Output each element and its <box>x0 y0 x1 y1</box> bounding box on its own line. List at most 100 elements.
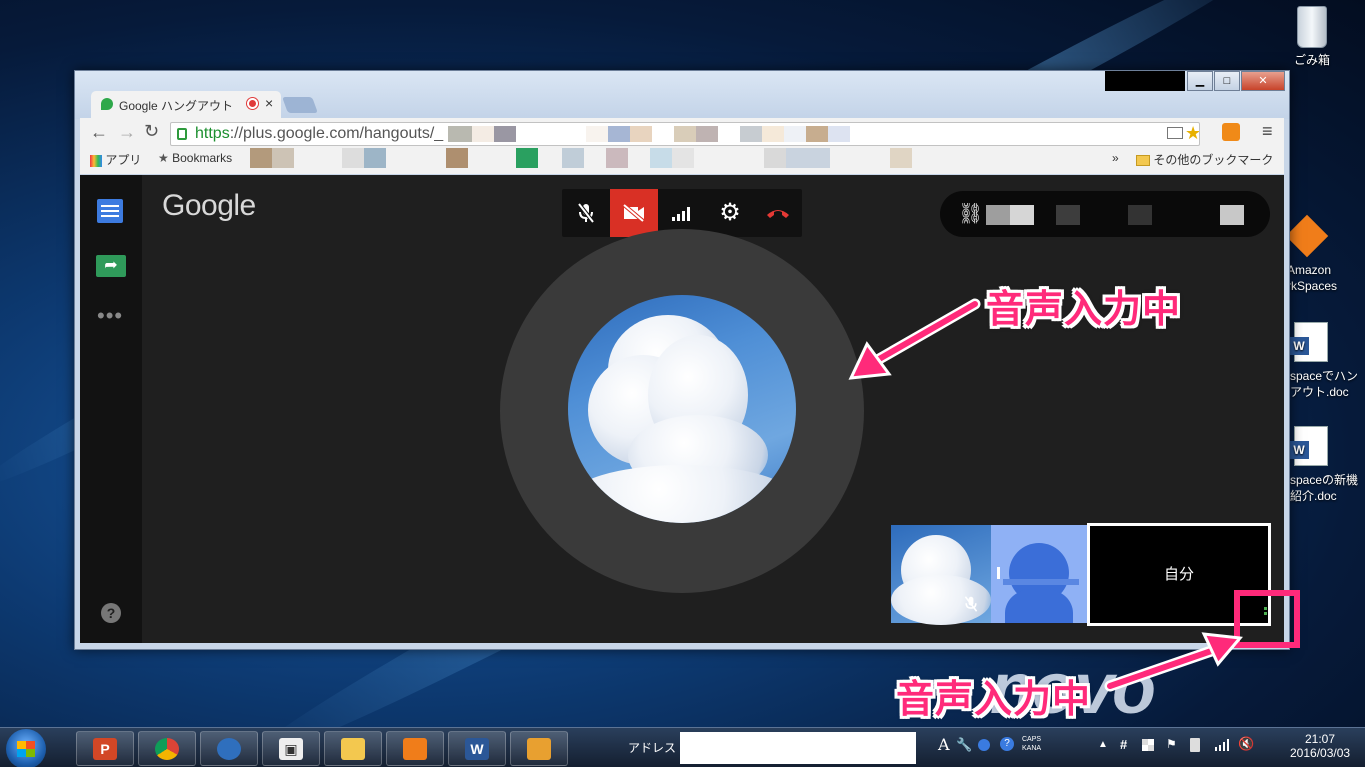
wifi-signal-icon[interactable] <box>1214 737 1232 754</box>
clock[interactable]: 21:07 2016/03/03 <box>1290 732 1350 760</box>
participant-thumbnail[interactable] <box>991 525 1087 623</box>
title-bar: ▁ □ ✕ Google ハングアウト × <box>75 71 1289 119</box>
redacted-block <box>1220 205 1244 225</box>
network-hash-icon[interactable]: # <box>1120 737 1127 752</box>
participant-thumbnail[interactable] <box>891 525 991 625</box>
power-icon[interactable] <box>1190 738 1200 752</box>
bookmark-items-redacted <box>250 148 1110 168</box>
more-options-icon[interactable]: ••• <box>97 303 123 329</box>
extension-icon[interactable] <box>1222 123 1240 141</box>
lock-icon <box>177 128 187 140</box>
address-toolbar-input[interactable] <box>680 732 916 764</box>
recycle-bin-icon <box>1297 6 1327 48</box>
volume-muted-icon[interactable]: 🔇 <box>1238 736 1254 752</box>
camera-icon[interactable] <box>1167 127 1183 139</box>
start-button[interactable] <box>6 729 46 767</box>
clock-time: 21:07 <box>1304 732 1336 746</box>
link-icon: ⛓ <box>958 203 984 225</box>
back-icon[interactable]: ← <box>90 122 108 143</box>
maximize-button[interactable]: □ <box>1214 71 1240 91</box>
workspaces-icon <box>1285 214 1329 258</box>
taskbar-powerpoint[interactable]: P <box>76 731 134 766</box>
taskbar-chrome[interactable] <box>138 731 196 766</box>
hangouts-favicon-icon <box>101 98 113 110</box>
apps-label: アプリ <box>105 153 142 167</box>
more-bookmarks-button[interactable]: » <box>1112 151 1119 165</box>
star-icon[interactable]: ★ <box>1185 123 1199 144</box>
clock-date: 2016/03/03 <box>1290 746 1351 760</box>
taskbar-app-2[interactable] <box>510 731 568 766</box>
desktop-icon-label: spaceの新機 <box>1290 473 1359 487</box>
minimize-button[interactable]: ▁ <box>1187 71 1213 91</box>
taskbar-thunderbird[interactable] <box>200 731 258 766</box>
ime-mode-indicator[interactable]: A <box>938 735 950 754</box>
hangup-icon[interactable] <box>754 189 802 237</box>
desktop-icon-label: アウト.doc <box>1290 385 1349 399</box>
bookmarks-folder[interactable]: ★ Bookmarks <box>158 151 232 165</box>
windows-logo-icon <box>17 741 35 757</box>
tab-hangouts[interactable]: Google ハングアウト × <box>91 91 281 118</box>
bookmarks-label: Bookmarks <box>172 151 233 165</box>
redacted-block <box>1105 71 1185 91</box>
video-off-icon[interactable] <box>610 189 658 237</box>
taskbar-word[interactable]: W <box>448 731 506 766</box>
browser-toolbar: ← → ↻ https://plus.google.com/hangouts/_… <box>80 118 1284 174</box>
address-bar[interactable]: https://plus.google.com/hangouts/_ ★ <box>170 122 1200 146</box>
invite-link-bar[interactable]: ⛓ <box>940 191 1270 237</box>
taskbar-explorer[interactable] <box>324 731 382 766</box>
tab-close-button[interactable]: × <box>265 95 273 111</box>
caps-label: CAPS <box>1022 736 1042 743</box>
annotation-arrow-bottom <box>1104 632 1243 692</box>
chat-icon[interactable] <box>97 199 123 223</box>
annotation-label-top: 音声入力中 <box>986 287 1182 331</box>
browser-window: ▁ □ ✕ Google ハングアウト × ← → ↻ https://plus… <box>74 70 1290 650</box>
new-tab-button[interactable] <box>282 97 318 113</box>
participant-mic-off-icon <box>964 596 978 612</box>
ime-help-icon[interactable]: ? <box>1000 737 1014 751</box>
tray-expand-icon[interactable]: ▲ <box>1098 739 1108 750</box>
tab-title: Google ハングアウト <box>119 99 234 113</box>
kana-label: KANA <box>1022 745 1042 752</box>
taskbar-workspaces[interactable] <box>386 731 444 766</box>
google-logo: Google <box>162 189 256 222</box>
windows-tray-icon[interactable] <box>1142 739 1154 751</box>
desktop-icon-label: 紹介.doc <box>1290 489 1337 503</box>
menu-icon[interactable]: ≡ <box>1262 121 1273 142</box>
app-icon <box>527 738 551 760</box>
apps-bookmark[interactable]: アプリ <box>90 151 141 168</box>
taskbar: P ▣ W アドレス <box>0 727 1365 767</box>
mic-off-icon[interactable] <box>562 189 610 237</box>
folder-icon <box>341 738 365 760</box>
help-icon[interactable]: ? <box>101 603 121 623</box>
folder-icon <box>1136 155 1150 167</box>
desktop-icon-doc-1[interactable]: spaceでハン アウト.doc <box>1280 322 1365 400</box>
ime-tools-icon[interactable]: 🔧 <box>956 737 972 753</box>
annotation-arrow-top <box>848 298 981 380</box>
word-doc-icon <box>1289 426 1328 466</box>
desktop-icon-recycle-bin[interactable]: ごみ箱 <box>1272 6 1352 68</box>
close-window-button[interactable]: ✕ <box>1241 71 1285 91</box>
caps-indicator: CAPS KANA <box>1022 735 1041 753</box>
settings-gear-icon[interactable]: ⚙ <box>706 189 754 237</box>
flag-icon[interactable]: ⚑ <box>1166 737 1177 751</box>
redacted-block <box>1056 205 1080 225</box>
annotation-label-bottom: 音声入力中 <box>896 677 1092 721</box>
taskbar-app[interactable]: ▣ <box>262 731 320 766</box>
other-bookmarks-folder[interactable]: その他のブックマーク <box>1136 151 1273 168</box>
apps-grid-icon <box>90 154 102 167</box>
desktop-icon-doc-2[interactable]: spaceの新機 紹介.doc <box>1280 426 1365 504</box>
address-toolbar-label: アドレス <box>628 741 677 755</box>
url-scheme: https <box>195 125 230 142</box>
ime-dictionary-icon[interactable] <box>978 739 990 751</box>
left-rail: ➦ ••• ? <box>80 175 142 643</box>
forward-icon[interactable]: → <box>118 122 136 143</box>
bookmark-star-icon: ★ <box>158 151 169 165</box>
thunderbird-icon <box>217 738 241 760</box>
redacted-block <box>1010 205 1034 225</box>
word-icon: W <box>465 738 489 760</box>
desktop-icon-label: ごみ箱 <box>1293 53 1330 67</box>
chrome-icon <box>155 738 179 760</box>
other-bookmarks-label: その他のブックマーク <box>1153 153 1274 167</box>
screenshare-icon[interactable]: ➦ <box>96 255 126 277</box>
reload-icon[interactable]: ↻ <box>144 121 159 142</box>
